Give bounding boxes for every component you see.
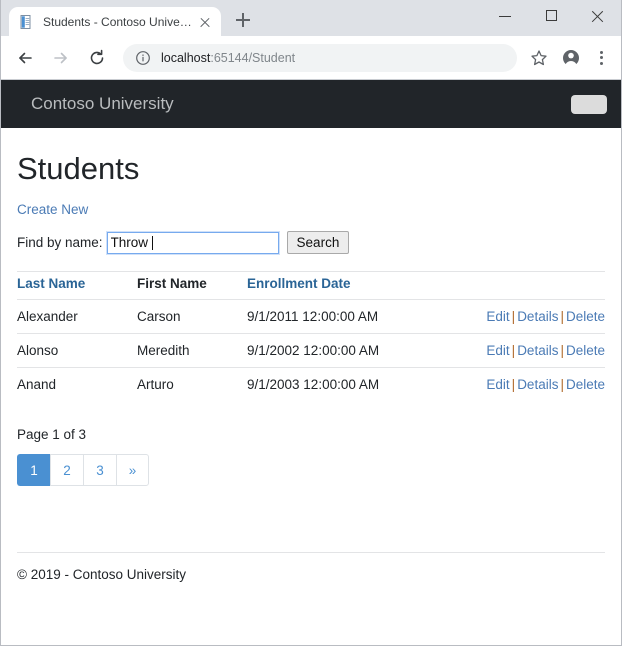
site-info-icon[interactable] [135, 50, 151, 66]
column-header-first-name: First Name [137, 271, 247, 300]
minimize-icon[interactable] [483, 0, 529, 32]
cell-last-name: Anand [17, 367, 137, 401]
column-header-last-name: Last Name [17, 271, 137, 300]
sort-enrollment-date-link[interactable]: Enrollment Date [247, 276, 351, 291]
students-table-body: Alexander Carson 9/1/2011 12:00:00 AM Ed… [17, 299, 605, 401]
students-table-head: Last Name First Name Enrollment Date [17, 271, 605, 300]
browser-window: Students - Contoso University localhost:… [0, 0, 622, 646]
search-input[interactable] [105, 230, 280, 255]
pagination-page-2[interactable]: 2 [50, 454, 83, 486]
table-row: Anand Arturo 9/1/2003 12:00:00 AM Edit | D… [17, 367, 605, 401]
students-table: Last Name First Name Enrollment Date Ale… [17, 271, 605, 401]
footer-text: © 2019 - Contoso University [17, 567, 187, 582]
table-row: Alonso Meredith 9/1/2002 12:00:00 AM Edi… [17, 333, 605, 368]
action-separator: | [560, 377, 564, 392]
sort-last-name-link[interactable]: Last Name [17, 276, 85, 291]
bookmark-star-icon[interactable] [525, 44, 553, 72]
close-icon[interactable] [197, 14, 213, 30]
address-bar[interactable]: localhost:65144/Student [123, 43, 517, 72]
window-close-icon[interactable] [575, 0, 621, 32]
browser-menu-icon[interactable] [589, 44, 613, 72]
profile-avatar-icon[interactable] [557, 44, 585, 72]
pagination-page-3[interactable]: 3 [83, 454, 116, 486]
cell-enrollment-date: 9/1/2011 12:00:00 AM [247, 299, 477, 334]
details-link[interactable]: Details [517, 309, 558, 324]
navbar-toggler-button[interactable] [571, 94, 607, 114]
pagination-page-1[interactable]: 1 [17, 454, 50, 486]
pagination: 1 2 3 » [17, 454, 605, 486]
search-form: Find by name: Search [17, 230, 605, 255]
address-bar-text: localhost:65144/Student [161, 51, 295, 65]
cell-first-name: Meredith [137, 333, 247, 368]
window-controls [483, 0, 621, 32]
edit-link[interactable]: Edit [486, 377, 509, 392]
search-button[interactable]: Search [286, 231, 350, 254]
cell-first-name: Arturo [137, 367, 247, 401]
browser-toolbar: localhost:65144/Student [1, 36, 621, 80]
new-tab-button[interactable] [229, 6, 257, 34]
cell-enrollment-date: 9/1/2002 12:00:00 AM [247, 333, 477, 368]
delete-link[interactable]: Delete [566, 377, 605, 392]
action-separator: | [560, 343, 564, 358]
column-header-enrollment-date: Enrollment Date [247, 271, 477, 300]
page-title: Students [17, 151, 140, 186]
create-new-link[interactable]: Create New [17, 202, 88, 217]
forward-icon[interactable] [46, 43, 76, 73]
cell-first-name: Carson [137, 299, 247, 334]
column-header-actions [477, 271, 605, 300]
footer-divider [17, 552, 605, 553]
search-input-wrapper [105, 230, 280, 255]
page-info: Page 1 of 3 [17, 427, 87, 442]
column-header-first-name-label: First Name [137, 276, 207, 291]
tab-strip: Students - Contoso University [1, 0, 621, 37]
pagination-next[interactable]: » [116, 454, 149, 486]
cell-actions: Edit | Details | Delete [477, 299, 605, 334]
url-host: localhost [161, 50, 211, 65]
tab-title: Students - Contoso University [43, 15, 193, 29]
cell-last-name: Alexander [17, 299, 137, 334]
page-container: Students Create New Find by name: Search… [1, 150, 621, 582]
document-icon [19, 14, 35, 30]
text-caret [151, 235, 153, 250]
cell-last-name: Alonso [17, 333, 137, 368]
cell-actions: Edit | Details | Delete [477, 367, 605, 401]
delete-link[interactable]: Delete [566, 343, 605, 358]
site-navbar: Contoso University [1, 80, 621, 128]
back-icon[interactable] [10, 43, 40, 73]
maximize-icon[interactable] [529, 0, 575, 32]
details-link[interactable]: Details [517, 377, 558, 392]
edit-link[interactable]: Edit [486, 309, 509, 324]
search-label: Find by name: [17, 235, 103, 250]
delete-link[interactable]: Delete [566, 309, 605, 324]
url-path: :65144/Student [210, 50, 296, 65]
details-link[interactable]: Details [517, 343, 558, 358]
navbar-brand[interactable]: Contoso University [31, 94, 174, 114]
reload-icon[interactable] [82, 43, 112, 73]
table-row: Alexander Carson 9/1/2011 12:00:00 AM Ed… [17, 299, 605, 334]
edit-link[interactable]: Edit [486, 343, 509, 358]
cell-actions: Edit | Details | Delete [477, 333, 605, 368]
page-viewport: Contoso University Students Create New F… [1, 80, 621, 645]
cell-enrollment-date: 9/1/2003 12:00:00 AM [247, 367, 477, 401]
table-header-row: Last Name First Name Enrollment Date [17, 271, 605, 300]
action-separator: | [560, 309, 564, 324]
browser-tab[interactable]: Students - Contoso University [9, 7, 221, 37]
